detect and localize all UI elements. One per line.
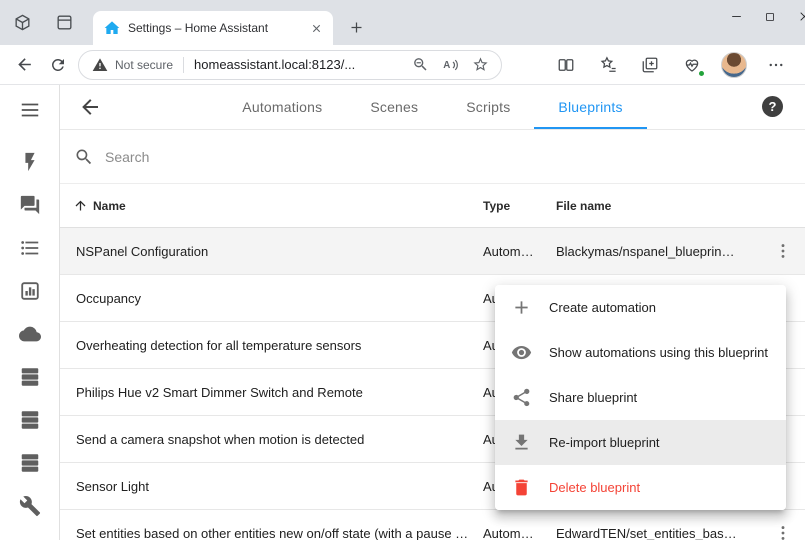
blueprint-name: Occupancy bbox=[60, 291, 483, 306]
not-secure-warning-icon bbox=[91, 56, 109, 74]
blueprint-type: Autom… bbox=[483, 526, 556, 540]
server-icon[interactable] bbox=[18, 408, 42, 432]
refresh-icon[interactable] bbox=[42, 49, 74, 81]
address-bar[interactable]: Not secure homeassistant.local:8123/... … bbox=[78, 50, 502, 80]
read-aloud-icon[interactable]: A bbox=[441, 56, 459, 74]
home-assistant-favicon bbox=[104, 20, 120, 36]
blueprint-name: Philips Hue v2 Smart Dimmer Switch and R… bbox=[60, 385, 483, 400]
energy-lightning-icon[interactable] bbox=[18, 150, 42, 174]
search-bar bbox=[60, 130, 805, 184]
url-text[interactable]: homeassistant.local:8123/... bbox=[194, 57, 399, 72]
zoom-out-icon[interactable] bbox=[411, 56, 429, 74]
column-header-type[interactable]: Type bbox=[483, 199, 556, 213]
blueprint-name: NSPanel Configuration bbox=[60, 244, 483, 259]
cloud-icon[interactable] bbox=[18, 322, 42, 346]
sort-ascending-icon bbox=[73, 198, 88, 213]
row-overflow-menu-icon[interactable] bbox=[761, 241, 805, 261]
search-icon bbox=[74, 147, 94, 167]
profile-avatar[interactable] bbox=[721, 52, 747, 78]
new-tab-button[interactable] bbox=[344, 15, 368, 39]
collections-icon[interactable] bbox=[634, 49, 666, 81]
more-menu-icon[interactable] bbox=[760, 49, 792, 81]
address-divider bbox=[183, 57, 184, 73]
menu-item-share-blueprint[interactable]: Share blueprint bbox=[495, 375, 786, 420]
split-screen-icon[interactable] bbox=[550, 49, 582, 81]
sidebar bbox=[0, 85, 60, 540]
essentials-status-dot bbox=[697, 69, 706, 78]
table-header: Name Type File name bbox=[60, 184, 805, 228]
browser-titlebar: Settings – Home Assistant bbox=[0, 0, 805, 45]
blueprint-context-menu: Create automation Show automations using… bbox=[495, 285, 786, 510]
menu-item-show-automations[interactable]: Show automations using this blueprint bbox=[495, 330, 786, 375]
tab-automations[interactable]: Automations bbox=[218, 85, 346, 129]
svg-text:A: A bbox=[443, 60, 450, 71]
chat-forum-icon[interactable] bbox=[18, 193, 42, 217]
column-header-file[interactable]: File name bbox=[556, 199, 761, 213]
tab-close-icon[interactable] bbox=[308, 20, 325, 37]
blueprint-name: Set entities based on other entities new… bbox=[60, 526, 483, 540]
table-row[interactable]: NSPanel Configuration Autom… Blackymas/n… bbox=[60, 228, 805, 275]
server-icon[interactable] bbox=[18, 451, 42, 475]
share-icon bbox=[511, 387, 532, 408]
row-overflow-menu-icon[interactable] bbox=[761, 523, 805, 540]
blueprint-file: EdwardTEN/set_entities_bas… bbox=[556, 526, 761, 540]
menu-hamburger-icon[interactable] bbox=[18, 98, 42, 122]
eye-icon bbox=[511, 342, 532, 363]
menu-item-delete-blueprint[interactable]: Delete blueprint bbox=[495, 465, 786, 510]
menu-item-create-automation[interactable]: Create automation bbox=[495, 285, 786, 330]
security-label[interactable]: Not secure bbox=[115, 58, 173, 72]
tab-title: Settings – Home Assistant bbox=[128, 21, 300, 35]
trash-icon bbox=[511, 477, 532, 498]
wrench-tools-icon[interactable] bbox=[18, 494, 42, 518]
maximize-button[interactable] bbox=[753, 0, 787, 33]
window-controls bbox=[719, 0, 805, 33]
browser-tab[interactable]: Settings – Home Assistant bbox=[93, 11, 333, 45]
download-icon bbox=[511, 432, 532, 453]
help-icon[interactable]: ? bbox=[762, 96, 783, 117]
tab-actions-icon[interactable] bbox=[55, 13, 74, 32]
table-row[interactable]: Set entities based on other entities new… bbox=[60, 510, 805, 540]
blueprint-type: Autom… bbox=[483, 244, 556, 259]
workspaces-icon[interactable] bbox=[13, 13, 32, 32]
plus-icon bbox=[511, 297, 532, 318]
search-input[interactable] bbox=[105, 149, 793, 165]
browser-navbar: Not secure homeassistant.local:8123/... … bbox=[0, 45, 805, 85]
menu-item-reimport-blueprint[interactable]: Re-import blueprint bbox=[495, 420, 786, 465]
blueprint-name: Overheating detection for all temperatur… bbox=[60, 338, 483, 353]
blueprint-name: Send a camera snapshot when motion is de… bbox=[60, 432, 483, 447]
tab-blueprints[interactable]: Blueprints bbox=[534, 85, 646, 129]
blueprint-name: Sensor Light bbox=[60, 479, 483, 494]
navbar-right-cluster bbox=[545, 49, 797, 81]
minimize-button[interactable] bbox=[719, 0, 753, 33]
tab-scenes[interactable]: Scenes bbox=[346, 85, 442, 129]
browser-essentials-icon[interactable] bbox=[676, 49, 708, 81]
browser-window: Settings – Home Assistant bbox=[0, 0, 805, 540]
server-icon[interactable] bbox=[18, 365, 42, 389]
close-button[interactable] bbox=[787, 0, 805, 33]
favorite-star-icon[interactable] bbox=[471, 56, 489, 74]
tab-scripts[interactable]: Scripts bbox=[442, 85, 534, 129]
settings-tab-bar: Automations Scenes Scripts Blueprints ? bbox=[60, 85, 805, 130]
favorites-hub-icon[interactable] bbox=[592, 49, 624, 81]
history-chart-icon[interactable] bbox=[18, 279, 42, 303]
blueprint-file: Blackymas/nspanel_blueprin… bbox=[556, 244, 761, 259]
back-icon[interactable] bbox=[8, 49, 40, 81]
logbook-list-icon[interactable] bbox=[18, 236, 42, 260]
column-header-name[interactable]: Name bbox=[60, 198, 483, 213]
ha-back-icon[interactable] bbox=[78, 95, 102, 119]
